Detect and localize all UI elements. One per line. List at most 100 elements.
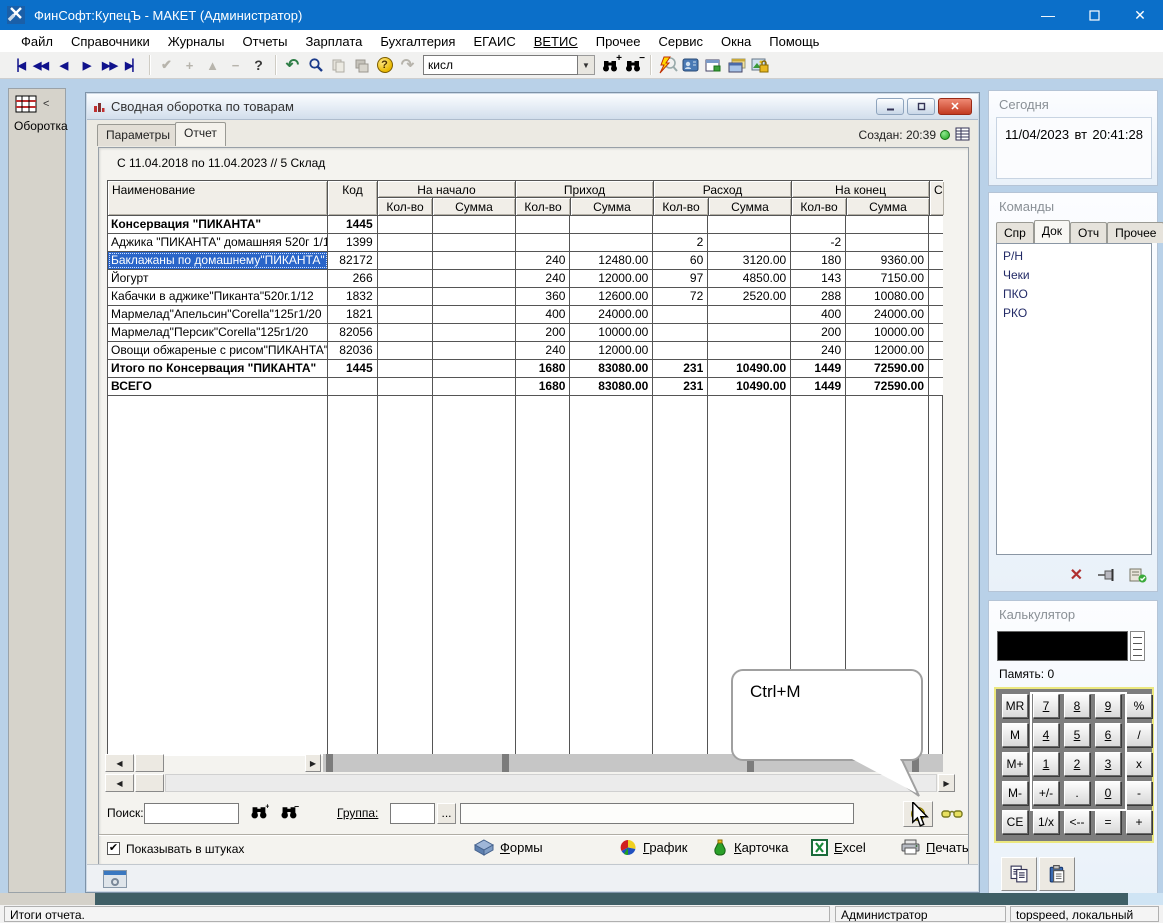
cell-value[interactable] — [708, 234, 791, 251]
commands-tab-Отч[interactable]: Отч — [1070, 222, 1107, 243]
cell-value[interactable] — [516, 234, 571, 251]
redo-button[interactable]: ↷ — [396, 54, 419, 76]
menu-item-2[interactable]: Журналы — [159, 32, 234, 51]
combo-dropdown-button[interactable]: ▼ — [578, 55, 595, 75]
cell-value[interactable] — [433, 270, 516, 287]
cell-value[interactable]: 200 — [516, 324, 571, 341]
cell-value[interactable]: -2 — [791, 234, 846, 251]
cell-value[interactable]: 1449 — [791, 360, 846, 377]
menu-item-6[interactable]: ЕГАИС — [464, 32, 524, 51]
calc-key-=[interactable]: = — [1095, 810, 1121, 834]
col-header-qty[interactable]: Кол-во — [792, 198, 847, 215]
cell-partial[interactable] — [929, 270, 943, 287]
cell-value[interactable] — [653, 216, 708, 233]
calc-key-5[interactable]: 5 — [1064, 723, 1090, 747]
report-minimize-button[interactable] — [876, 98, 904, 115]
cell-code[interactable] — [328, 378, 378, 395]
cell-value[interactable] — [708, 306, 791, 323]
quick-search-input[interactable] — [423, 55, 578, 75]
col-header-sum[interactable]: Сумма — [709, 198, 792, 215]
scroll-right-button[interactable]: ▶ — [305, 754, 321, 772]
cell-value[interactable]: 10490.00 — [708, 378, 791, 395]
menu-item-7[interactable]: ВЕТИС — [525, 32, 587, 51]
footer-button-card[interactable]: Карточка — [712, 839, 788, 856]
col-header-name[interactable]: Наименование — [108, 181, 328, 215]
calc-key--[interactable]: - — [1126, 781, 1152, 805]
nav-fast-back-button[interactable]: ◀◀ — [29, 54, 52, 76]
cell-value[interactable] — [708, 216, 791, 233]
col-header-code[interactable]: Код — [328, 181, 378, 215]
cell-value[interactable]: 231 — [653, 378, 708, 395]
calc-key-4[interactable]: 4 — [1033, 723, 1059, 747]
cell-partial[interactable] — [929, 252, 943, 269]
command-item[interactable]: Чеки — [1003, 266, 1151, 285]
footer-button-chart[interactable]: График — [619, 839, 687, 856]
cell-value[interactable]: 12480.00 — [570, 252, 653, 269]
calc-key-1/x[interactable]: 1/x — [1033, 810, 1059, 834]
cell-value[interactable] — [433, 252, 516, 269]
calc-key-1[interactable]: 1 — [1033, 752, 1059, 776]
cell-value[interactable]: 83080.00 — [570, 360, 653, 377]
cell-code[interactable]: 82056 — [328, 324, 378, 341]
column-marker[interactable] — [326, 754, 333, 772]
cell-value[interactable] — [570, 234, 653, 251]
command-item[interactable]: ПКО — [1003, 285, 1151, 304]
search-input[interactable] — [144, 803, 239, 824]
cell-value[interactable] — [433, 360, 516, 377]
cell-value[interactable]: 240 — [516, 342, 571, 359]
group-header[interactable]: Приход — [516, 181, 654, 198]
close-button[interactable]: ✕ — [1117, 0, 1163, 30]
menu-item-11[interactable]: Помощь — [760, 32, 828, 51]
report-grid-icon[interactable] — [955, 127, 970, 141]
footer-button-forms[interactable]: Формы — [474, 839, 543, 856]
cell-partial[interactable] — [929, 288, 943, 305]
find-add-button[interactable]: + — [599, 54, 622, 76]
calc-copy-button[interactable] — [1001, 857, 1037, 891]
screenshot-lock-button[interactable] — [748, 54, 771, 76]
cell-value[interactable]: 1680 — [516, 378, 571, 395]
calculator-display-handle[interactable] — [1130, 631, 1145, 661]
group-input[interactable] — [390, 803, 435, 824]
table-row[interactable]: Аджика "ПИКАНТА" домашняя 520г 1/1213992… — [108, 234, 943, 252]
table-row[interactable]: Мармелад"Персик"Corella"125г1/2082056200… — [108, 324, 943, 342]
cell-name[interactable]: ВСЕГО — [108, 378, 328, 395]
calc-key-6[interactable]: 6 — [1095, 723, 1121, 747]
table-row[interactable]: Консервация "ПИКАНТА"1445 — [108, 216, 943, 234]
calc-key-<--[interactable]: <-- — [1064, 810, 1090, 834]
cell-value[interactable] — [653, 342, 708, 359]
menu-item-0[interactable]: Файл — [12, 32, 62, 51]
paste-stack-button[interactable] — [350, 54, 373, 76]
table-row[interactable]: Овощи обжареные с рисом"ПИКАНТА"52820362… — [108, 342, 943, 360]
cell-value[interactable]: 231 — [653, 360, 708, 377]
menu-item-1[interactable]: Справочники — [62, 32, 159, 51]
calc-key-2[interactable]: 2 — [1064, 752, 1090, 776]
command-item[interactable]: Р/Н — [1003, 247, 1151, 266]
confirm-button[interactable]: ✔ — [155, 54, 178, 76]
calc-key-/[interactable]: / — [1126, 723, 1152, 747]
col-header-qty[interactable]: Кол-во — [378, 198, 433, 215]
cell-code[interactable]: 1821 — [328, 306, 378, 323]
cell-value[interactable] — [378, 234, 433, 251]
calc-key-M-[interactable]: M- — [1002, 781, 1028, 805]
group-path-field[interactable] — [460, 803, 854, 824]
cell-value[interactable] — [708, 342, 791, 359]
commands-tab-Прочее[interactable]: Прочее — [1107, 222, 1163, 243]
report-close-button[interactable]: ✕ — [938, 98, 972, 115]
cell-value[interactable] — [433, 288, 516, 305]
journal-check-icon[interactable] — [1129, 567, 1147, 583]
cell-value[interactable]: 12600.00 — [570, 288, 653, 305]
cell-partial[interactable] — [929, 216, 943, 233]
table-row[interactable]: Мармелад"Апельсин"Corella"125г1/20182140… — [108, 306, 943, 324]
context-help-button[interactable]: ? — [373, 54, 396, 76]
cell-value[interactable] — [433, 342, 516, 359]
cell-value[interactable] — [570, 216, 653, 233]
scroll-left-button[interactable]: ◀ — [105, 754, 134, 772]
cell-value[interactable]: 10490.00 — [708, 360, 791, 377]
cell-value[interactable] — [378, 378, 433, 395]
menu-item-8[interactable]: Прочее — [587, 32, 650, 51]
cell-value[interactable] — [378, 360, 433, 377]
table-row[interactable]: Баклажаны по домашнему"ПИКАНТА" 52821722… — [108, 252, 943, 270]
cell-value[interactable]: 400 — [516, 306, 571, 323]
commands-delete-button[interactable]: ✕ — [1070, 565, 1083, 585]
cell-value[interactable]: 24000.00 — [846, 306, 929, 323]
